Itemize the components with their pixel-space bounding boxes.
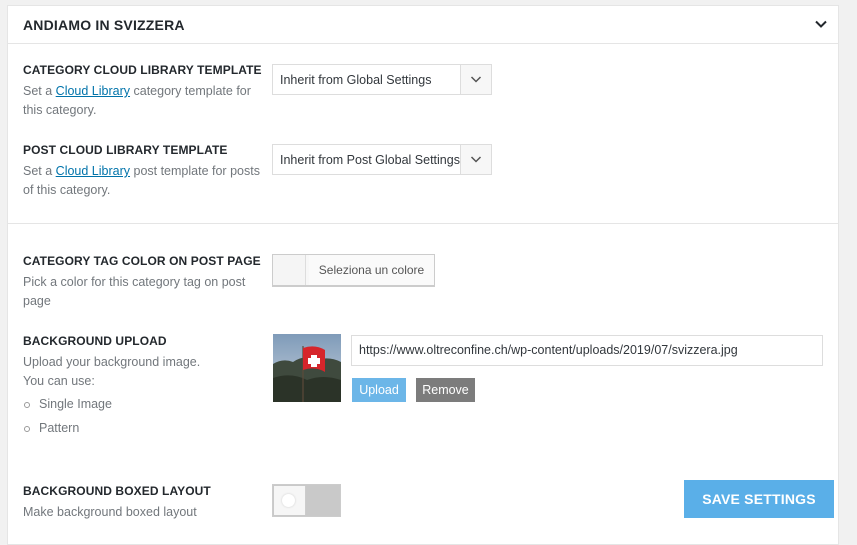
panel-header[interactable]: ANDIAMO IN SVIZZERA xyxy=(8,6,838,44)
select-value: Inherit from Global Settings xyxy=(280,73,432,87)
tag-color-description: Pick a color for this category tag on po… xyxy=(23,275,246,308)
color-picker-button[interactable]: Seleziona un colore xyxy=(272,254,435,286)
save-settings-button[interactable]: SAVE SETTINGS xyxy=(684,480,834,518)
settings-panel: ANDIAMO IN SVIZZERA CATEGORY CLOUD LIBRA… xyxy=(7,5,839,545)
background-upload-description-line1: Upload your background image. xyxy=(23,355,201,369)
select-arrow[interactable] xyxy=(460,145,491,174)
tag-color-label: CATEGORY TAG COLOR ON POST PAGE xyxy=(23,254,261,268)
boxed-layout-description: Make background boxed layout xyxy=(23,505,197,519)
remove-button[interactable]: Remove xyxy=(416,378,475,402)
select-value: Inherit from Post Global Settings xyxy=(280,153,460,167)
cloud-library-link[interactable]: Cloud Library xyxy=(56,84,130,98)
color-picker-label[interactable]: Seleziona un colore xyxy=(309,255,434,285)
bullet-icon xyxy=(24,402,30,408)
boxed-layout-toggle[interactable] xyxy=(272,484,341,517)
cloud-library-link[interactable]: Cloud Library xyxy=(56,164,130,178)
category-template-description: Set a Cloud Library category template fo… xyxy=(23,82,263,120)
chevron-down-icon[interactable] xyxy=(814,17,828,31)
chevron-down-icon xyxy=(470,156,482,163)
background-upload-description-line2: You can use: xyxy=(23,374,95,388)
category-template-label: CATEGORY CLOUD LIBRARY TEMPLATE xyxy=(23,63,262,77)
background-upload-label: BACKGROUND UPLOAD xyxy=(23,334,167,348)
section-divider xyxy=(8,223,838,224)
bullet-icon xyxy=(24,426,30,432)
toggle-knob[interactable] xyxy=(274,486,306,515)
post-template-label: POST CLOUD LIBRARY TEMPLATE xyxy=(23,143,228,157)
option-pattern: Pattern xyxy=(39,421,80,435)
boxed-layout-label: BACKGROUND BOXED LAYOUT xyxy=(23,484,211,498)
chevron-down-icon xyxy=(470,76,482,83)
category-template-select[interactable]: Inherit from Global Settings xyxy=(272,64,492,95)
option-single-image: Single Image xyxy=(39,397,112,411)
select-arrow[interactable] xyxy=(460,65,491,94)
background-url-input[interactable]: https://www.oltreconfine.ch/wp-content/u… xyxy=(351,335,823,366)
post-template-description: Set a Cloud Library post template for po… xyxy=(23,162,263,200)
background-image-thumbnail xyxy=(273,334,341,402)
upload-button[interactable]: Upload xyxy=(352,378,406,402)
panel-title: ANDIAMO IN SVIZZERA xyxy=(23,17,185,33)
color-swatch[interactable] xyxy=(273,255,306,285)
desc-text: Set a xyxy=(23,84,56,98)
desc-text: Set a xyxy=(23,164,56,178)
post-template-select[interactable]: Inherit from Post Global Settings xyxy=(272,144,492,175)
